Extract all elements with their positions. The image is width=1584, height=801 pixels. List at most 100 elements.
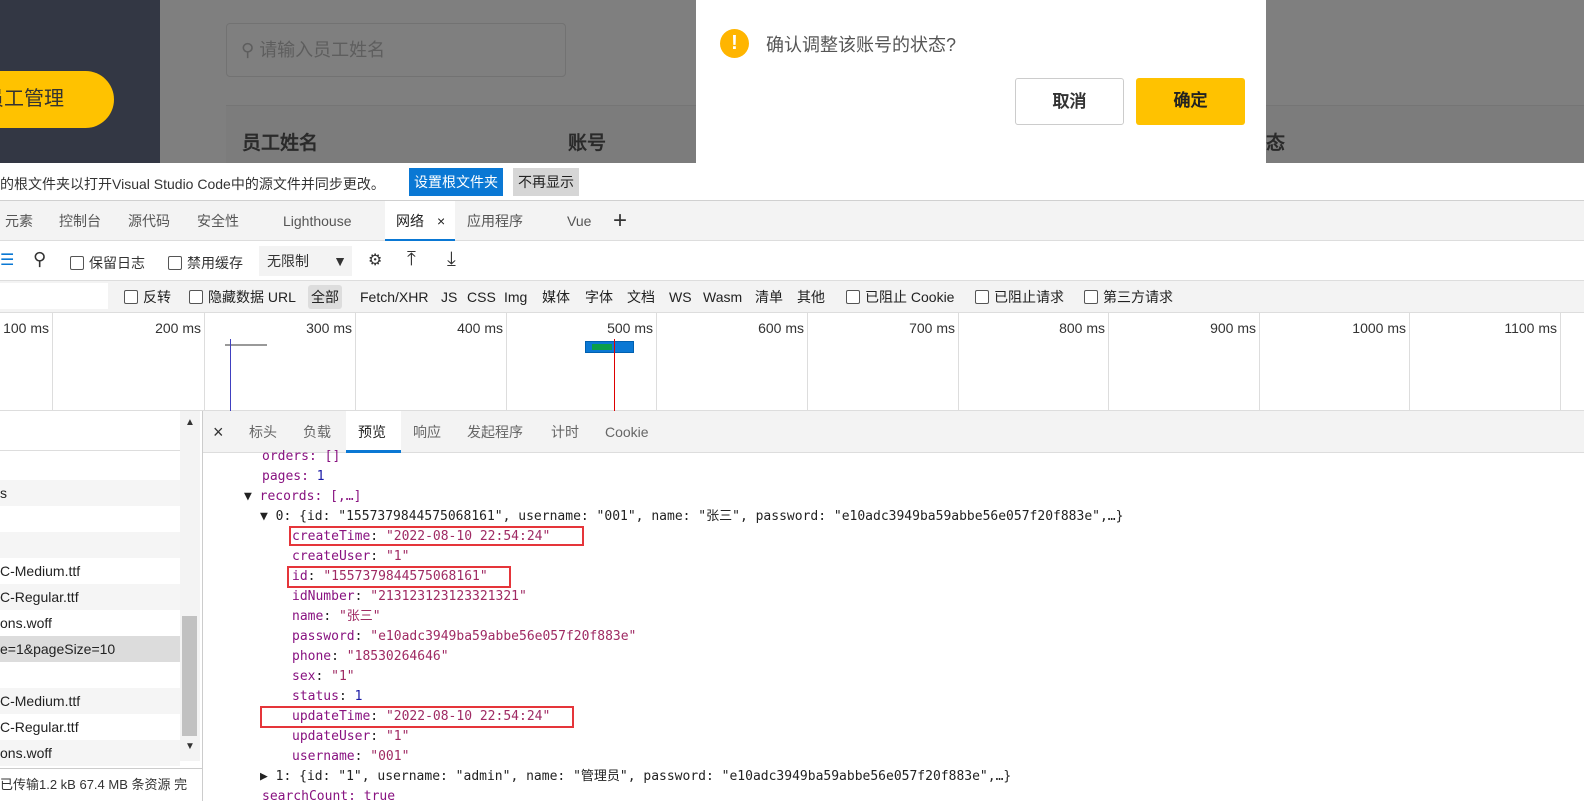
request-row[interactable]: ons.woff bbox=[0, 740, 180, 766]
filter-ws[interactable]: WS bbox=[669, 281, 692, 313]
tab-application[interactable]: 应用程序 bbox=[467, 201, 523, 241]
info-banner: 的根文件夹以打开Visual Studio Code中的源文件并同步更改。 设置… bbox=[0, 163, 1584, 201]
json-records[interactable]: ▼ records: [,…] bbox=[244, 487, 361, 507]
filter-doc[interactable]: 文档 bbox=[627, 281, 655, 313]
tab-console[interactable]: 控制台 bbox=[59, 201, 101, 241]
scrollbar[interactable]: ▲ ▼ bbox=[180, 411, 200, 761]
filter-input[interactable] bbox=[0, 283, 108, 309]
timeline-gridline bbox=[1409, 313, 1410, 411]
filter-fetch-xhr[interactable]: Fetch/XHR bbox=[360, 281, 428, 313]
request-row[interactable]: e=1&pageSize=10 bbox=[0, 636, 180, 662]
timeline-gridline bbox=[1560, 313, 1561, 411]
request-row[interactable] bbox=[0, 506, 180, 532]
scroll-up-icon[interactable]: ▲ bbox=[185, 417, 195, 428]
timeline-label: 800 ms bbox=[1059, 320, 1105, 336]
request-row[interactable] bbox=[0, 662, 180, 688]
json-field: idNumber: "213123123123321321" bbox=[292, 589, 527, 604]
json-key: sex bbox=[292, 669, 316, 684]
highlight-box bbox=[260, 706, 574, 728]
json-value: "e10adc3949ba59abbe56e057f20f883e" bbox=[370, 629, 637, 644]
tab-vue[interactable]: Vue bbox=[567, 201, 591, 241]
timeline-gridline bbox=[1259, 313, 1260, 411]
json-key: name bbox=[292, 609, 324, 624]
search-placeholder: 请输入员工姓名 bbox=[259, 40, 386, 60]
json-key: pages: bbox=[262, 469, 317, 484]
set-root-folder-button[interactable]: 设置根文件夹 bbox=[409, 168, 503, 196]
export-har-icon[interactable]: ⤓ bbox=[447, 248, 456, 271]
timeline-gridline bbox=[506, 313, 507, 411]
search-icon[interactable]: ⚲ bbox=[33, 249, 46, 270]
status-bar: 已传输1.2 kB 67.4 MB 条资源 完 bbox=[0, 768, 203, 801]
json-value: "1" bbox=[385, 729, 410, 744]
timeline-gridline bbox=[807, 313, 808, 411]
json-field: createUser: "1" bbox=[292, 549, 410, 564]
request-row[interactable] bbox=[0, 532, 180, 558]
timeline-label: 1100 ms bbox=[1504, 320, 1557, 336]
add-tab-icon[interactable]: + bbox=[613, 201, 627, 241]
json-value: 1 bbox=[354, 689, 363, 704]
dont-show-again-button[interactable]: 不再显示 bbox=[513, 168, 579, 196]
hide-data-url-checkbox[interactable]: 隐藏数据 URL bbox=[189, 281, 296, 313]
blocked-requests-checkbox[interactable]: 已阻止请求 bbox=[975, 281, 1064, 313]
network-timeline[interactable]: 100 ms 200 ms 300 ms 400 ms 500 ms 600 ms 700 … bbox=[0, 313, 1584, 411]
preserve-log-checkbox[interactable]: 保留日志 bbox=[70, 253, 145, 273]
timeline-gridline bbox=[204, 313, 205, 411]
request-row[interactable]: s bbox=[0, 480, 180, 506]
request-row[interactable]: C-Regular.ttf bbox=[0, 714, 180, 740]
label: 第三方请求 bbox=[1103, 289, 1173, 305]
third-party-checkbox[interactable]: 第三方请求 bbox=[1084, 281, 1173, 313]
blocked-cookies-checkbox[interactable]: 已阻止 Cookie bbox=[846, 281, 954, 313]
timeline-gridline bbox=[958, 313, 959, 411]
filter-media[interactable]: 媒体 bbox=[542, 281, 570, 313]
json-key: createUser bbox=[292, 549, 371, 564]
tab-lighthouse[interactable]: Lighthouse bbox=[283, 201, 352, 241]
filter-wasm[interactable]: Wasm bbox=[703, 281, 742, 313]
request-row[interactable]: C-Medium.ttf bbox=[0, 688, 180, 714]
cancel-button[interactable]: 取消 bbox=[1015, 78, 1124, 125]
filter-other[interactable]: 其他 bbox=[797, 281, 825, 313]
json-field: status: 1 bbox=[292, 689, 363, 704]
close-icon[interactable]: × bbox=[437, 201, 445, 241]
tab-sources[interactable]: 源代码 bbox=[128, 201, 170, 241]
app-background: 员工管理 ⚲ 请输入员工姓名 员工姓名 账号 态 ! 确认调整该账号的状态? 取… bbox=[0, 0, 1584, 163]
label: 反转 bbox=[143, 289, 171, 305]
json-line: orders: [] bbox=[262, 449, 341, 464]
tab-security[interactable]: 安全性 bbox=[197, 201, 239, 241]
confirm-button[interactable]: 确定 bbox=[1136, 78, 1245, 125]
json-key: password bbox=[292, 629, 355, 644]
timeline-label: 300 ms bbox=[306, 320, 352, 336]
banner-text: 的根文件夹以打开Visual Studio Code中的源文件并同步更改。 bbox=[0, 176, 385, 192]
json-key: updateUser bbox=[292, 729, 371, 744]
request-row[interactable]: ons.woff bbox=[0, 610, 180, 636]
request-list: s C-Medium.ttf C-Regular.ttf ons.woff e=1&pa… bbox=[0, 411, 203, 801]
json-record-0[interactable]: ▼ 0: {id: "1557379844575068161", usernam… bbox=[260, 507, 1123, 527]
json-field: name: "张三" bbox=[292, 609, 381, 624]
scroll-down-icon[interactable]: ▼ bbox=[185, 741, 195, 752]
json-record-1[interactable]: ▶ 1: {id: "1", username: "admin", name: … bbox=[260, 767, 1011, 787]
search-input[interactable]: ⚲ 请输入员工姓名 bbox=[226, 23, 566, 77]
filter-img[interactable]: Img bbox=[504, 281, 527, 313]
throttle-select[interactable]: 无限制 ▼ bbox=[259, 246, 352, 276]
tab-network[interactable]: 网络 × bbox=[385, 201, 455, 241]
request-bar-waiting bbox=[592, 344, 612, 350]
invert-checkbox[interactable]: 反转 bbox=[124, 281, 171, 313]
label: 已阻止请求 bbox=[994, 289, 1064, 305]
request-detail: × 标头 负载 预览 响应 发起程序 计时 Cookie orders: [] … bbox=[203, 411, 1584, 801]
filter-all[interactable]: 全部 bbox=[308, 285, 342, 309]
request-row[interactable] bbox=[0, 454, 180, 480]
filter-manifest[interactable]: 清单 bbox=[755, 281, 783, 313]
request-row[interactable]: C-Regular.ttf bbox=[0, 584, 180, 610]
filter-js[interactable]: JS bbox=[441, 281, 457, 313]
network-conditions-icon[interactable]: ⚙ bbox=[368, 250, 382, 270]
filter-icon[interactable]: ☰ bbox=[0, 250, 14, 270]
nav-item-employee[interactable]: 员工管理 bbox=[0, 71, 114, 128]
disable-cache-checkbox[interactable]: 禁用缓存 bbox=[168, 253, 243, 273]
import-har-icon[interactable]: ⤒ bbox=[407, 248, 416, 271]
filter-css[interactable]: CSS bbox=[467, 281, 496, 313]
scrollbar-thumb[interactable] bbox=[182, 616, 197, 736]
filter-font[interactable]: 字体 bbox=[585, 281, 613, 313]
tab-elements[interactable]: 元素 bbox=[5, 201, 33, 241]
highlight-box bbox=[287, 566, 511, 588]
request-row[interactable]: C-Medium.ttf bbox=[0, 558, 180, 584]
nav-label: 员工管理 bbox=[0, 88, 64, 110]
